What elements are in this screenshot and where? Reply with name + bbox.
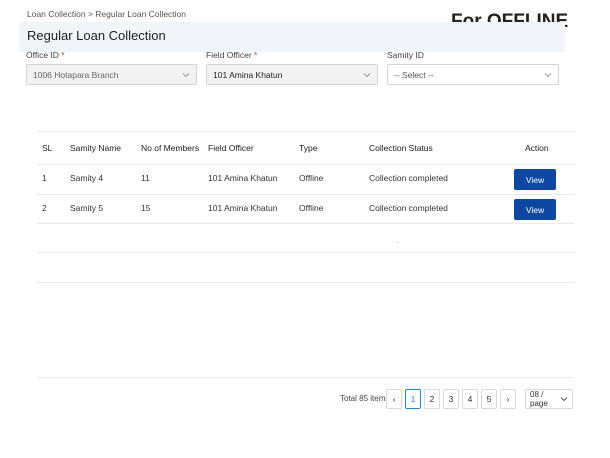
samity-id-label: Samity ID [387, 50, 424, 60]
cell-sl: 1 [42, 173, 47, 183]
office-id-label: Office ID * [26, 50, 65, 60]
chevron-down-icon [544, 71, 552, 79]
cell-type: Offline [299, 173, 324, 183]
page-5-button[interactable]: 5 [481, 389, 497, 409]
office-id-value: 1006 Hotapara Branch [33, 69, 119, 80]
page-title: Regular Loan Collection [27, 28, 166, 43]
cell-samity-name: Samity 5 [70, 203, 104, 213]
samity-id-placeholder: -- Select -- [394, 69, 434, 80]
cell-field-officer: 101 Amina Khatun [208, 203, 278, 213]
page-3-button[interactable]: 3 [443, 389, 459, 409]
field-officer-select[interactable]: 101 Amina Khatun [206, 64, 378, 85]
header-action: Action [525, 143, 549, 153]
cell-collection-status: Collection completed [369, 173, 448, 183]
header-samity-name: Samity Name [70, 143, 122, 153]
office-id-label-text: Office ID [26, 50, 59, 60]
cell-members: 11 [141, 173, 150, 183]
header-type: Type [299, 143, 318, 153]
cell-samity-name: Samity 4 [70, 173, 104, 183]
breadcrumb: Loan Collection > Regular Loan Collectio… [27, 9, 187, 19]
cell-field-officer: 101 Amina Khatun [208, 173, 278, 183]
header-bottom-border [37, 164, 574, 165]
field-officer-label-text: Field Officer [206, 50, 252, 60]
field-officer-label: Field Officer * [206, 50, 257, 60]
loading-dot: . [397, 236, 400, 245]
pagination-total: Total 85 items [340, 394, 390, 403]
chevron-down-icon [363, 71, 371, 79]
row-divider [37, 282, 574, 283]
next-page-button[interactable]: › [500, 389, 516, 409]
cell-type: Offline [299, 203, 324, 213]
page-size-select[interactable]: 08 / page [525, 389, 573, 409]
prev-page-button[interactable]: ‹ [386, 389, 402, 409]
table-top-border [37, 131, 574, 132]
required-mark: * [61, 50, 65, 60]
table-bottom-border [37, 377, 574, 378]
chevron-down-icon [560, 395, 568, 403]
row-divider [37, 252, 574, 253]
header-members: No of Members [141, 143, 200, 153]
header-field-officer: Field Officer [208, 143, 254, 153]
row-divider [37, 194, 574, 195]
office-id-select[interactable]: 1006 Hotapara Branch [26, 64, 197, 85]
page-4-button[interactable]: 4 [462, 389, 478, 409]
view-button[interactable]: View [514, 199, 556, 220]
row-divider [37, 223, 574, 224]
header-sl: SL [42, 143, 53, 153]
chevron-down-icon [182, 71, 190, 79]
page-2-button[interactable]: 2 [424, 389, 440, 409]
header-collection-status: Collection Status [369, 143, 433, 153]
cell-sl: 2 [42, 203, 47, 213]
field-officer-value: 101 Amina Khatun [213, 69, 283, 80]
cell-collection-status: Collection completed [369, 203, 448, 213]
view-button[interactable]: View [514, 169, 556, 190]
page-size-value: 08 / page [530, 390, 548, 408]
required-mark: * [254, 50, 258, 60]
samity-id-select[interactable]: -- Select -- [387, 64, 559, 85]
page-1-button[interactable]: 1 [405, 389, 421, 409]
cell-members: 15 [141, 203, 151, 213]
